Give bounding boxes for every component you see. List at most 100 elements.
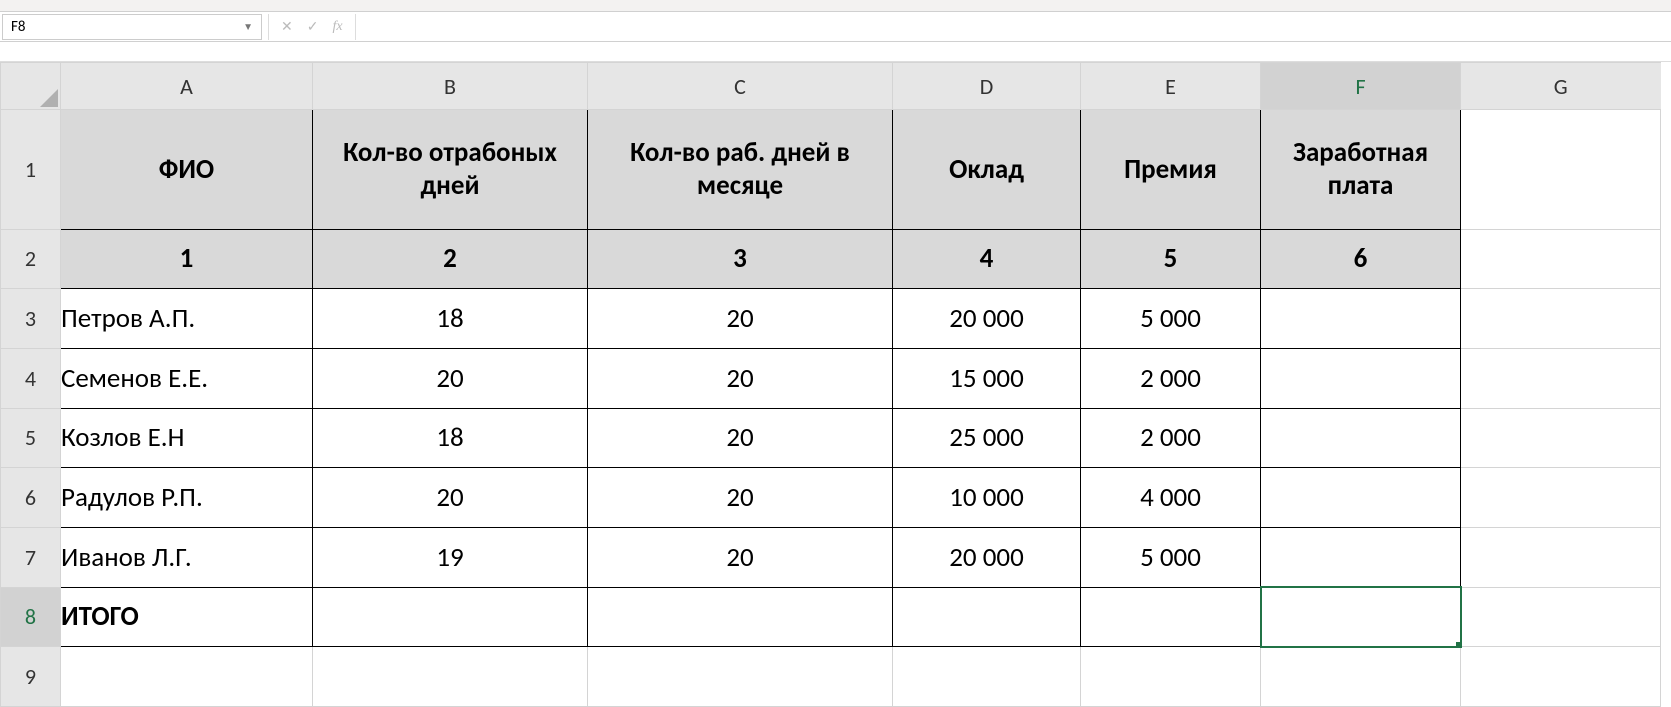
table-row: 8 ИТОГО — [1, 587, 1661, 647]
cell-D2[interactable]: 4 — [893, 229, 1081, 289]
cell-E1[interactable]: Премия — [1081, 110, 1261, 229]
cell-E6[interactable]: 4 000 — [1081, 468, 1261, 528]
cell-G3[interactable] — [1461, 289, 1661, 349]
row-header-1[interactable]: 1 — [1, 110, 61, 229]
row-header-4[interactable]: 4 — [1, 348, 61, 408]
cell-C9[interactable] — [588, 647, 893, 707]
row-header-6[interactable]: 6 — [1, 468, 61, 528]
cell-C8[interactable] — [588, 587, 893, 647]
cell-C5[interactable]: 20 — [588, 408, 893, 468]
col-header-A[interactable]: A — [61, 63, 313, 110]
cell-B4[interactable]: 20 — [313, 348, 588, 408]
row-header-3[interactable]: 3 — [1, 289, 61, 349]
cell-A1[interactable]: ФИО — [61, 110, 313, 229]
cell-D9[interactable] — [893, 647, 1081, 707]
cell-B9[interactable] — [313, 647, 588, 707]
cell-D5[interactable]: 25 000 — [893, 408, 1081, 468]
cell-C6[interactable]: 20 — [588, 468, 893, 528]
cell-F5[interactable] — [1261, 408, 1461, 468]
cell-D8[interactable] — [893, 587, 1081, 647]
fx-icon[interactable]: fx — [328, 19, 346, 35]
table-row: 3 Петров А.П. 18 20 20 000 5 000 — [1, 289, 1661, 349]
cell-B7[interactable]: 19 — [313, 527, 588, 587]
table-row: 9 — [1, 647, 1661, 707]
cell-G6[interactable] — [1461, 468, 1661, 528]
cell-B6[interactable]: 20 — [313, 468, 588, 528]
sheet-area: A B C D E F G 1 ФИО Кол-во отрабоных дне… — [0, 62, 1671, 707]
formula-input[interactable] — [355, 14, 1671, 40]
cell-A4[interactable]: Семенов Е.Е. — [61, 348, 313, 408]
name-box[interactable]: F8 ▼ — [2, 14, 262, 40]
cell-G1[interactable] — [1461, 110, 1661, 229]
cell-D6[interactable]: 10 000 — [893, 468, 1081, 528]
formula-bar-row: F8 ▼ ✕ ✓ fx — [0, 12, 1671, 42]
table-row: 7 Иванов Л.Г. 19 20 20 000 5 000 — [1, 527, 1661, 587]
cell-G2[interactable] — [1461, 229, 1661, 289]
cell-G8[interactable] — [1461, 587, 1661, 647]
cell-C2[interactable]: 3 — [588, 229, 893, 289]
row-header-8[interactable]: 8 — [1, 587, 61, 647]
col-header-D[interactable]: D — [893, 63, 1081, 110]
cell-C1[interactable]: Кол-во раб. дней в месяце — [588, 110, 893, 229]
cell-F8[interactable] — [1261, 587, 1461, 647]
cell-F2[interactable]: 6 — [1261, 229, 1461, 289]
cell-E3[interactable]: 5 000 — [1081, 289, 1261, 349]
cell-D4[interactable]: 15 000 — [893, 348, 1081, 408]
cell-B3[interactable]: 18 — [313, 289, 588, 349]
table-row: 2 1 2 3 4 5 6 — [1, 229, 1661, 289]
col-header-E[interactable]: E — [1081, 63, 1261, 110]
col-header-G[interactable]: G — [1461, 63, 1661, 110]
row-header-5[interactable]: 5 — [1, 408, 61, 468]
cell-G4[interactable] — [1461, 348, 1661, 408]
cell-E5[interactable]: 2 000 — [1081, 408, 1261, 468]
cell-A5[interactable]: Козлов Е.Н — [61, 408, 313, 468]
cell-D7[interactable]: 20 000 — [893, 527, 1081, 587]
cell-B1[interactable]: Кол-во отрабоных дней — [313, 110, 588, 229]
cell-C4[interactable]: 20 — [588, 348, 893, 408]
cell-C3[interactable]: 20 — [588, 289, 893, 349]
cell-F3[interactable] — [1261, 289, 1461, 349]
ribbon-stub — [0, 0, 1671, 12]
cell-C7[interactable]: 20 — [588, 527, 893, 587]
cell-G9[interactable] — [1461, 647, 1661, 707]
table-row: 6 Радулов Р.П. 20 20 10 000 4 000 — [1, 468, 1661, 528]
cancel-icon[interactable]: ✕ — [277, 18, 297, 35]
cell-E7[interactable]: 5 000 — [1081, 527, 1261, 587]
cell-E2[interactable]: 5 — [1081, 229, 1261, 289]
col-header-F[interactable]: F — [1261, 63, 1461, 110]
enter-icon[interactable]: ✓ — [303, 18, 323, 35]
cell-A3[interactable]: Петров А.П. — [61, 289, 313, 349]
cell-F6[interactable] — [1261, 468, 1461, 528]
cell-E9[interactable] — [1081, 647, 1261, 707]
cell-G5[interactable] — [1461, 408, 1661, 468]
table-row: 4 Семенов Е.Е. 20 20 15 000 2 000 — [1, 348, 1661, 408]
spreadsheet-grid[interactable]: A B C D E F G 1 ФИО Кол-во отрабоных дне… — [0, 62, 1661, 707]
cell-B8[interactable] — [313, 587, 588, 647]
cell-F1[interactable]: Заработная плата — [1261, 110, 1461, 229]
formula-bar-expand[interactable] — [0, 42, 1671, 62]
chevron-down-icon[interactable]: ▼ — [243, 20, 253, 33]
select-all-corner[interactable] — [1, 63, 61, 110]
cell-E8[interactable] — [1081, 587, 1261, 647]
cell-F7[interactable] — [1261, 527, 1461, 587]
cell-A8[interactable]: ИТОГО — [61, 587, 313, 647]
cell-E4[interactable]: 2 000 — [1081, 348, 1261, 408]
table-row: 1 ФИО Кол-во отрабоных дней Кол-во раб. … — [1, 110, 1661, 229]
cell-B2[interactable]: 2 — [313, 229, 588, 289]
cell-G7[interactable] — [1461, 527, 1661, 587]
cell-F4[interactable] — [1261, 348, 1461, 408]
col-header-B[interactable]: B — [313, 63, 588, 110]
row-header-9[interactable]: 9 — [1, 647, 61, 707]
cell-D3[interactable]: 20 000 — [893, 289, 1081, 349]
row-header-7[interactable]: 7 — [1, 527, 61, 587]
row-header-2[interactable]: 2 — [1, 229, 61, 289]
cell-A2[interactable]: 1 — [61, 229, 313, 289]
cell-B5[interactable]: 18 — [313, 408, 588, 468]
col-header-C[interactable]: C — [588, 63, 893, 110]
cell-F9[interactable] — [1261, 647, 1461, 707]
cell-A6[interactable]: Радулов Р.П. — [61, 468, 313, 528]
formula-bar-buttons: ✕ ✓ fx — [268, 14, 355, 40]
cell-A9[interactable] — [61, 647, 313, 707]
cell-A7[interactable]: Иванов Л.Г. — [61, 527, 313, 587]
cell-D1[interactable]: Оклад — [893, 110, 1081, 229]
